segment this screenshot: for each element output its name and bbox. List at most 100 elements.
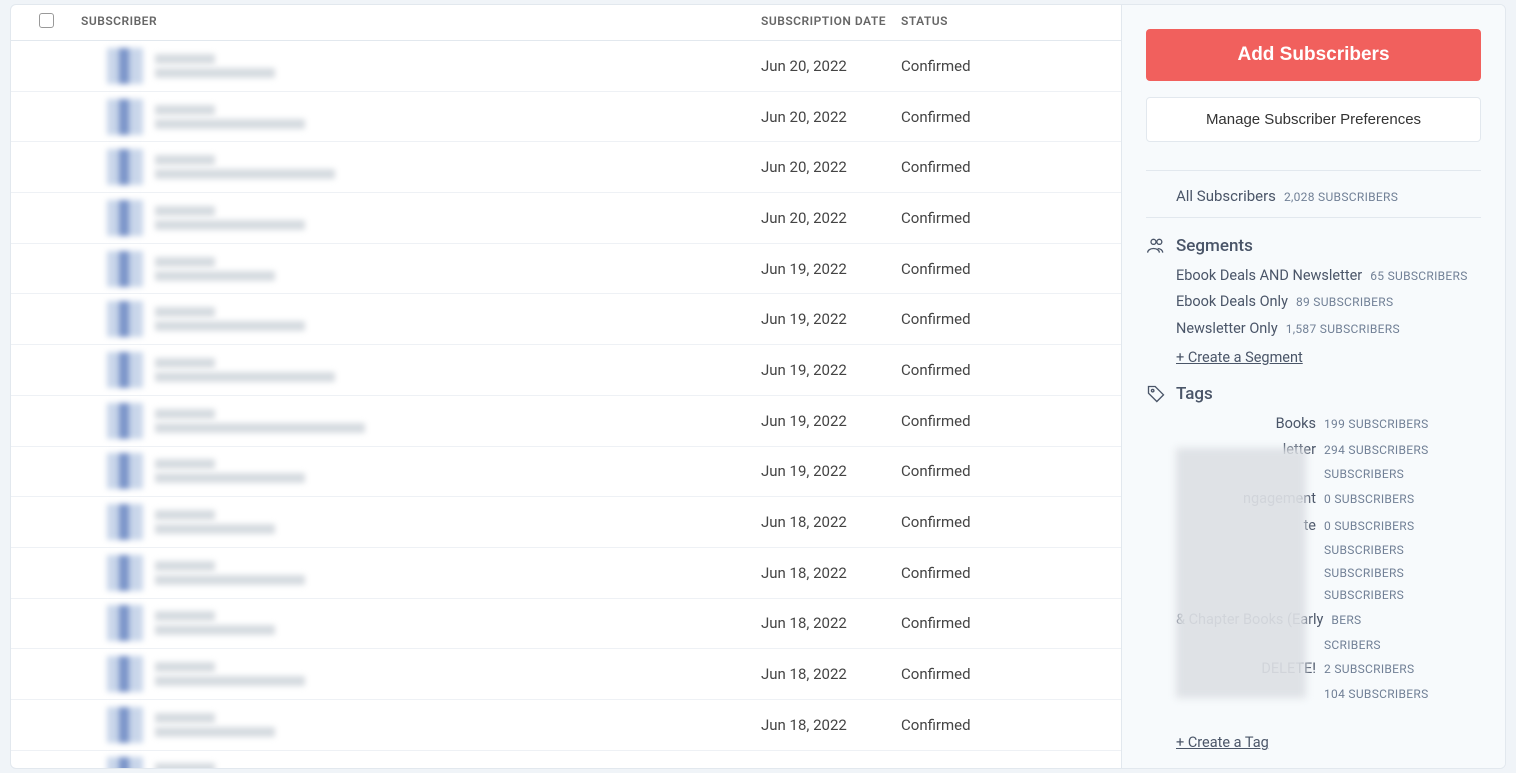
tag-name: DELETE! <box>1176 659 1316 679</box>
table-row[interactable]: Jun 18, 2022 Confirmed <box>11 497 1121 548</box>
tags-section: Tags Books 199 SUBSCRIBERS letter 294 SUB… <box>1146 384 1481 752</box>
tag-item[interactable]: ngagement 0 SUBSCRIBERS <box>1176 489 1481 509</box>
tag-count: 0 SUBSCRIBERS <box>1324 491 1414 508</box>
table-row[interactable]: Jun 18, 2022 Confirmed <box>11 751 1121 769</box>
table-row[interactable]: Jun 19, 2022 Confirmed <box>11 345 1121 396</box>
status-value: Confirmed <box>901 665 1121 683</box>
subscriber-name-redacted <box>155 662 215 672</box>
status-value: Confirmed <box>901 564 1121 582</box>
tag-item[interactable]: SUBSCRIBERS <box>1176 542 1481 559</box>
tag-count: 104 SUBSCRIBERS <box>1324 686 1429 703</box>
avatar <box>107 48 143 84</box>
header-date: SUBSCRIPTION DATE <box>761 14 901 28</box>
tag-name: & Chapter Books (Early <box>1176 610 1323 630</box>
avatar <box>107 149 143 185</box>
tag-item[interactable]: Books 199 SUBSCRIBERS <box>1176 414 1481 434</box>
subscriber-email-redacted <box>155 68 275 78</box>
tags-title: Tags <box>1176 384 1213 404</box>
segment-count: 89 SUBSCRIBERS <box>1296 294 1393 311</box>
subscription-date: Jun 18, 2022 <box>761 716 901 734</box>
all-subscribers-label: All Subscribers <box>1176 187 1276 205</box>
tag-count: SUBSCRIBERS <box>1324 587 1404 604</box>
tag-item[interactable]: SUBSCRIBERS <box>1176 565 1481 582</box>
subscription-date: Jun 20, 2022 <box>761 108 901 126</box>
tag-item[interactable]: SCRIBERS <box>1176 637 1481 654</box>
select-all-checkbox[interactable] <box>39 13 54 28</box>
subscriber-email-redacted <box>155 372 335 382</box>
subscription-date: Jun 19, 2022 <box>761 412 901 430</box>
create-tag-link[interactable]: + Create a Tag <box>1176 734 1481 751</box>
subscriber-email-redacted <box>155 169 335 179</box>
subscriber-email-redacted <box>155 524 275 534</box>
subscription-date: Jun 18, 2022 <box>761 513 901 531</box>
create-segment-link[interactable]: + Create a Segment <box>1176 349 1481 366</box>
sidebar: Add Subscribers Manage Subscriber Prefer… <box>1121 5 1505 768</box>
tag-item[interactable]: SUBSCRIBERS <box>1176 466 1481 483</box>
avatar <box>107 403 143 439</box>
segments-section: Segments Ebook Deals AND Newsletter 65 S… <box>1146 236 1481 366</box>
subscriber-name-redacted <box>155 257 215 267</box>
tag-count: BERS <box>1331 612 1361 629</box>
all-subscribers-row[interactable]: All Subscribers 2,028 SUBSCRIBERS <box>1146 170 1481 218</box>
tag-item[interactable]: & Chapter Books (Early BERS <box>1176 610 1481 630</box>
avatar <box>107 656 143 692</box>
table-row[interactable]: Jun 19, 2022 Confirmed <box>11 396 1121 447</box>
table-row[interactable]: Jun 20, 2022 Confirmed <box>11 142 1121 193</box>
table-row[interactable]: Jun 18, 2022 Confirmed <box>11 548 1121 599</box>
table-row[interactable]: Jun 20, 2022 Confirmed <box>11 92 1121 143</box>
table-row[interactable]: Jun 20, 2022 Confirmed <box>11 193 1121 244</box>
manage-preferences-button[interactable]: Manage Subscriber Preferences <box>1146 97 1481 142</box>
subscriber-name-redacted <box>155 155 215 165</box>
subscription-date: Jun 20, 2022 <box>761 158 901 176</box>
subscriber-name-redacted <box>155 611 215 621</box>
avatar <box>107 352 143 388</box>
status-value: Confirmed <box>901 361 1121 379</box>
tag-item[interactable]: te 0 SUBSCRIBERS <box>1176 516 1481 536</box>
tag-count: 2 SUBSCRIBERS <box>1324 661 1414 678</box>
segment-item[interactable]: Ebook Deals AND Newsletter 65 SUBSCRIBER… <box>1176 266 1481 286</box>
subscription-date: Jun 19, 2022 <box>761 260 901 278</box>
header-subscriber: SUBSCRIBER <box>81 14 761 28</box>
subscriber-email-redacted <box>155 321 305 331</box>
subscriber-email-redacted <box>155 423 365 433</box>
add-subscribers-button[interactable]: Add Subscribers <box>1146 29 1481 81</box>
subscriber-name-redacted <box>155 307 215 317</box>
subscriber-name-redacted <box>155 105 215 115</box>
table-row[interactable]: Jun 18, 2022 Confirmed <box>11 700 1121 751</box>
table-header-row: SUBSCRIBER SUBSCRIPTION DATE STATUS <box>11 5 1121 41</box>
subscriber-name-redacted <box>155 358 215 368</box>
tag-item[interactable]: letter 294 SUBSCRIBERS <box>1176 440 1481 460</box>
tag-name: letter <box>1176 440 1316 460</box>
tag-name: ngagement <box>1176 489 1316 509</box>
segment-item[interactable]: Ebook Deals Only 89 SUBSCRIBERS <box>1176 292 1481 312</box>
status-value: Confirmed <box>901 614 1121 632</box>
subscriber-name-redacted <box>155 459 215 469</box>
tags-icon <box>1146 384 1166 404</box>
avatar <box>107 251 143 287</box>
tag-item[interactable]: SUBSCRIBERS <box>1176 587 1481 604</box>
tag-item[interactable]: DELETE! 2 SUBSCRIBERS <box>1176 659 1481 679</box>
subscription-date: Jun 18, 2022 <box>761 614 901 632</box>
table-row[interactable]: Jun 20, 2022 Confirmed <box>11 41 1121 92</box>
subscription-date: Jun 19, 2022 <box>761 361 901 379</box>
segment-item[interactable]: Newsletter Only 1,587 SUBSCRIBERS <box>1176 319 1481 339</box>
table-row[interactable]: Jun 19, 2022 Confirmed <box>11 447 1121 498</box>
table-row[interactable]: Jun 18, 2022 Confirmed <box>11 599 1121 650</box>
subscriber-name-redacted <box>155 763 215 769</box>
avatar <box>107 605 143 641</box>
table-row[interactable]: Jun 18, 2022 Confirmed <box>11 649 1121 700</box>
subscriber-table-area: SUBSCRIBER SUBSCRIPTION DATE STATUS Jun … <box>11 5 1121 768</box>
tag-item[interactable]: 104 SUBSCRIBERS <box>1176 686 1481 703</box>
table-row[interactable]: Jun 19, 2022 Confirmed <box>11 294 1121 345</box>
segment-count: 65 SUBSCRIBERS <box>1370 268 1467 285</box>
avatar <box>107 301 143 337</box>
subscriber-email-redacted <box>155 625 275 635</box>
table-row[interactable]: Jun 19, 2022 Confirmed <box>11 244 1121 295</box>
avatar <box>107 707 143 743</box>
avatar <box>107 757 143 769</box>
subscriber-name-redacted <box>155 561 215 571</box>
subscriber-name-redacted <box>155 54 215 64</box>
avatar <box>107 200 143 236</box>
subscriber-email-redacted <box>155 575 305 585</box>
avatar <box>107 555 143 591</box>
